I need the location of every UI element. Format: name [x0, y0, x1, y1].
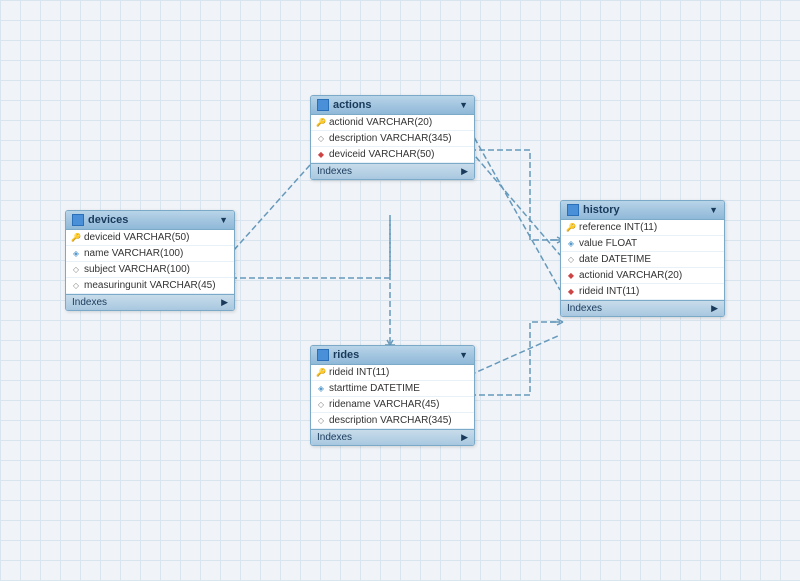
table-history-chevron[interactable]: ▼ [709, 205, 718, 215]
fk-icon: ◆ [316, 150, 326, 160]
blue-diamond-icon: ◈ [316, 384, 326, 394]
table-rides[interactable]: rides ▼ 🔑 rideid INT(11) ◈ starttime DAT… [310, 345, 475, 446]
table-row: ◈ name VARCHAR(100) [66, 246, 234, 262]
field-text: ridename VARCHAR(45) [329, 399, 439, 410]
diamond-icon: ◇ [566, 255, 576, 265]
pk-icon: 🔑 [71, 233, 81, 243]
table-row: ◇ description VARCHAR(345) [311, 413, 474, 429]
table-history-icon [567, 204, 579, 216]
table-actions-name: actions [333, 99, 372, 111]
diamond-icon: ◇ [316, 400, 326, 410]
diamond-icon: ◇ [71, 265, 81, 275]
indexes-chevron: ▶ [221, 297, 228, 308]
blue-diamond-icon: ◈ [566, 239, 576, 249]
indexes-label: Indexes [72, 297, 107, 308]
table-actions-header[interactable]: actions ▼ [311, 96, 474, 115]
table-rides-name: rides [333, 349, 359, 361]
table-devices-chevron[interactable]: ▼ [219, 215, 228, 225]
field-text: description VARCHAR(345) [329, 133, 452, 144]
indexes-chevron: ▶ [461, 432, 468, 443]
table-rides-chevron[interactable]: ▼ [459, 350, 468, 360]
diamond-icon: ◇ [71, 281, 81, 291]
field-text: description VARCHAR(345) [329, 415, 452, 426]
indexes-label: Indexes [567, 303, 602, 314]
table-actions-fields: 🔑 actionid VARCHAR(20) ◇ description VAR… [311, 115, 474, 163]
table-row: 🔑 deviceid VARCHAR(50) [66, 230, 234, 246]
diamond-icon: ◇ [316, 416, 326, 426]
table-row: ◈ starttime DATETIME [311, 381, 474, 397]
table-actions-indexes[interactable]: Indexes ▶ [311, 163, 474, 179]
field-text: starttime DATETIME [329, 383, 420, 394]
indexes-label: Indexes [317, 166, 352, 177]
table-row: 🔑 rideid INT(11) [311, 365, 474, 381]
table-row: ◇ subject VARCHAR(100) [66, 262, 234, 278]
field-text: measuringunit VARCHAR(45) [84, 280, 216, 291]
table-row: ◈ value FLOAT [561, 236, 724, 252]
fk-icon: ◆ [566, 271, 576, 281]
table-devices-indexes[interactable]: Indexes ▶ [66, 294, 234, 310]
field-text: deviceid VARCHAR(50) [84, 232, 189, 243]
table-rides-fields: 🔑 rideid INT(11) ◈ starttime DATETIME ◇ … [311, 365, 474, 429]
blue-diamond-icon: ◈ [71, 249, 81, 259]
table-row: ◇ measuringunit VARCHAR(45) [66, 278, 234, 294]
field-text: name VARCHAR(100) [84, 248, 183, 259]
field-text: date DATETIME [579, 254, 651, 265]
table-actions[interactable]: actions ▼ 🔑 actionid VARCHAR(20) ◇ descr… [310, 95, 475, 180]
field-text: value FLOAT [579, 238, 637, 249]
field-text: actionid VARCHAR(20) [579, 270, 682, 281]
table-rides-header[interactable]: rides ▼ [311, 346, 474, 365]
indexes-chevron: ▶ [711, 303, 718, 314]
pk-icon: 🔑 [316, 118, 326, 128]
table-devices[interactable]: devices ▼ 🔑 deviceid VARCHAR(50) ◈ name … [65, 210, 235, 311]
pk-icon: 🔑 [316, 368, 326, 378]
diamond-icon: ◇ [316, 134, 326, 144]
field-text: subject VARCHAR(100) [84, 264, 190, 275]
table-history-name: history [583, 204, 620, 216]
field-text: actionid VARCHAR(20) [329, 117, 432, 128]
table-row: 🔑 actionid VARCHAR(20) [311, 115, 474, 131]
table-row: ◇ ridename VARCHAR(45) [311, 397, 474, 413]
table-history-fields: 🔑 reference INT(11) ◈ value FLOAT ◇ date… [561, 220, 724, 300]
fk-icon: ◆ [566, 287, 576, 297]
indexes-label: Indexes [317, 432, 352, 443]
pk-icon: 🔑 [566, 223, 576, 233]
field-text: rideid INT(11) [579, 286, 639, 297]
table-rides-indexes[interactable]: Indexes ▶ [311, 429, 474, 445]
table-row: ◆ rideid INT(11) [561, 284, 724, 300]
table-row: ◆ actionid VARCHAR(20) [561, 268, 724, 284]
table-row: 🔑 reference INT(11) [561, 220, 724, 236]
table-devices-fields: 🔑 deviceid VARCHAR(50) ◈ name VARCHAR(10… [66, 230, 234, 294]
indexes-chevron: ▶ [461, 166, 468, 177]
table-history[interactable]: history ▼ 🔑 reference INT(11) ◈ value FL… [560, 200, 725, 317]
table-history-indexes[interactable]: Indexes ▶ [561, 300, 724, 316]
table-history-header[interactable]: history ▼ [561, 201, 724, 220]
table-row: ◇ date DATETIME [561, 252, 724, 268]
table-actions-icon [317, 99, 329, 111]
field-text: reference INT(11) [579, 222, 657, 233]
table-rides-icon [317, 349, 329, 361]
table-row: ◇ description VARCHAR(345) [311, 131, 474, 147]
table-devices-name: devices [88, 214, 128, 226]
table-devices-icon [72, 214, 84, 226]
table-actions-chevron[interactable]: ▼ [459, 100, 468, 110]
table-devices-header[interactable]: devices ▼ [66, 211, 234, 230]
field-text: deviceid VARCHAR(50) [329, 149, 434, 160]
table-row: ◆ deviceid VARCHAR(50) [311, 147, 474, 163]
field-text: rideid INT(11) [329, 367, 389, 378]
